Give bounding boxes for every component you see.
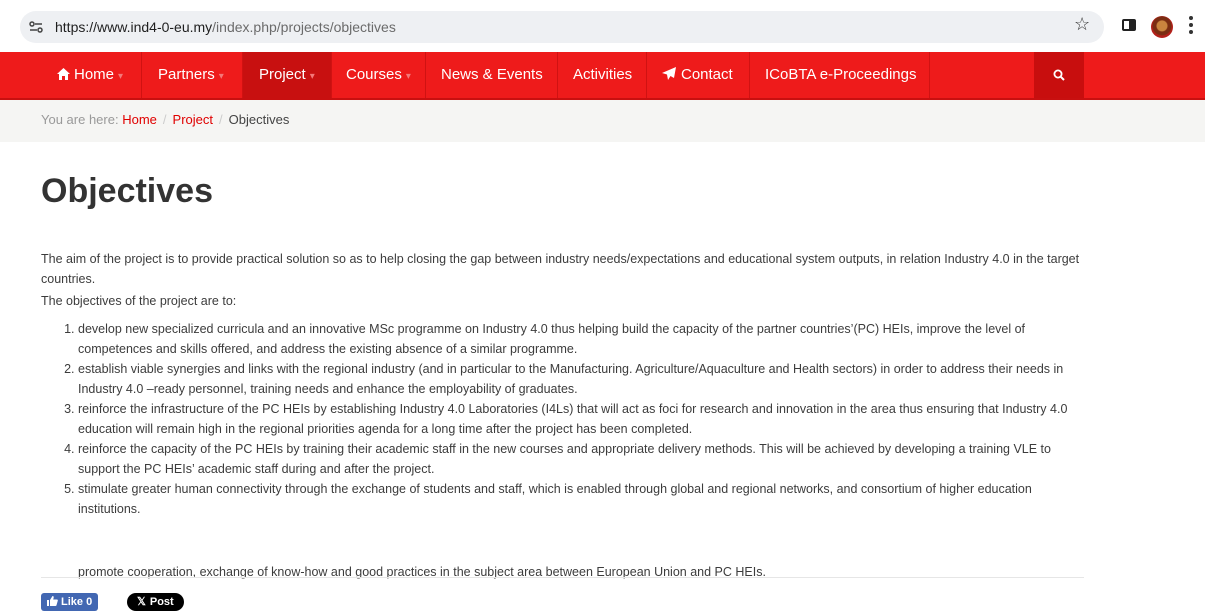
nav-label: Partners [158,66,215,83]
list-item: establish viable synergies and links wit… [78,359,1086,399]
like-label: Like 0 [61,596,93,608]
url-path: /index.php/projects/objectives [212,19,396,35]
objectives-list: develop new specialized curricula and an… [41,319,1086,519]
nav-label: Home [74,66,115,83]
nav-label: Contact [681,66,733,83]
facebook-like-button[interactable]: Like 0 [41,593,99,611]
x-logo-icon: 𝕏 [137,596,146,608]
nav-label: News & Events [441,66,543,83]
nav-item-partners[interactable]: Partners ▾ [158,52,224,98]
nav-item-icobta[interactable]: ICoBTA e-Proceedings [765,52,916,98]
chevron-down-icon: ▾ [405,71,411,82]
nav-label: Project [259,66,306,83]
breadcrumb-separator: / [219,112,223,127]
search-button[interactable] [1034,52,1084,98]
breadcrumb-bar: You are here: Home / Project / Objectives [0,100,1205,142]
intro-paragraph: The aim of the project is to provide pra… [41,252,1080,286]
nav-label: Activities [573,66,633,83]
breadcrumb-home-link[interactable]: Home [122,112,157,127]
bookmark-star-icon[interactable]: ☆ [1074,15,1090,33]
list-item: stimulate greater human connectivity thr… [78,479,1086,519]
url-text[interactable]: https://www.ind4-0-eu.my/index.php/proje… [55,19,396,35]
site-settings-icon[interactable] [28,19,44,35]
divider [41,577,1084,578]
address-bar[interactable]: https://www.ind4-0-eu.my/index.php/proje… [20,11,1104,43]
nav-item-project[interactable]: Project ▾ [243,52,331,98]
breadcrumb-current: Objectives [228,112,290,127]
search-icon [1053,69,1065,81]
menu-kebab-icon[interactable] [1189,16,1193,34]
nav-item-courses[interactable]: Courses ▾ [346,52,411,98]
main-nav: Home ▾ Partners ▾ Project ▾ Courses ▾ News &… [0,52,1205,100]
browser-toolbar: https://www.ind4-0-eu.my/index.php/proje… [0,0,1205,52]
breadcrumb: You are here: Home / Project / Objectives [41,112,289,127]
thumbs-up-icon [47,596,58,606]
paper-plane-icon [662,67,676,80]
breadcrumb-project-link[interactable]: Project [173,112,213,127]
list-item: reinforce the capacity of the PC HEIs by… [78,439,1086,479]
chevron-down-icon: ▾ [218,71,224,82]
objectives-lead: The objectives of the project are to: [41,294,237,308]
list-item: develop new specialized curricula and an… [78,319,1086,359]
nav-item-contact[interactable]: Contact [662,52,733,98]
nav-label: ICoBTA e-Proceedings [765,66,917,83]
page-title: Objectives [41,172,213,210]
home-icon [57,68,70,80]
side-panel-icon[interactable] [1122,19,1136,31]
nav-item-activities[interactable]: Activities [573,52,632,98]
x-post-button[interactable]: 𝕏 Post [127,593,184,611]
post-label: Post [149,596,174,608]
chevron-down-icon: ▾ [118,71,124,82]
breadcrumb-separator: / [162,112,167,127]
profile-avatar[interactable] [1151,16,1173,38]
list-item: reinforce the infrastructure of the PC H… [78,399,1086,439]
url-host: https://www.ind4-0-eu.my [55,19,213,35]
nav-label: Courses [346,66,402,83]
breadcrumb-prefix: You are here: [41,112,119,127]
nav-item-news-events[interactable]: News & Events [441,52,543,98]
chevron-down-icon: ▾ [309,71,315,82]
nav-item-home[interactable]: Home ▾ [57,52,123,98]
